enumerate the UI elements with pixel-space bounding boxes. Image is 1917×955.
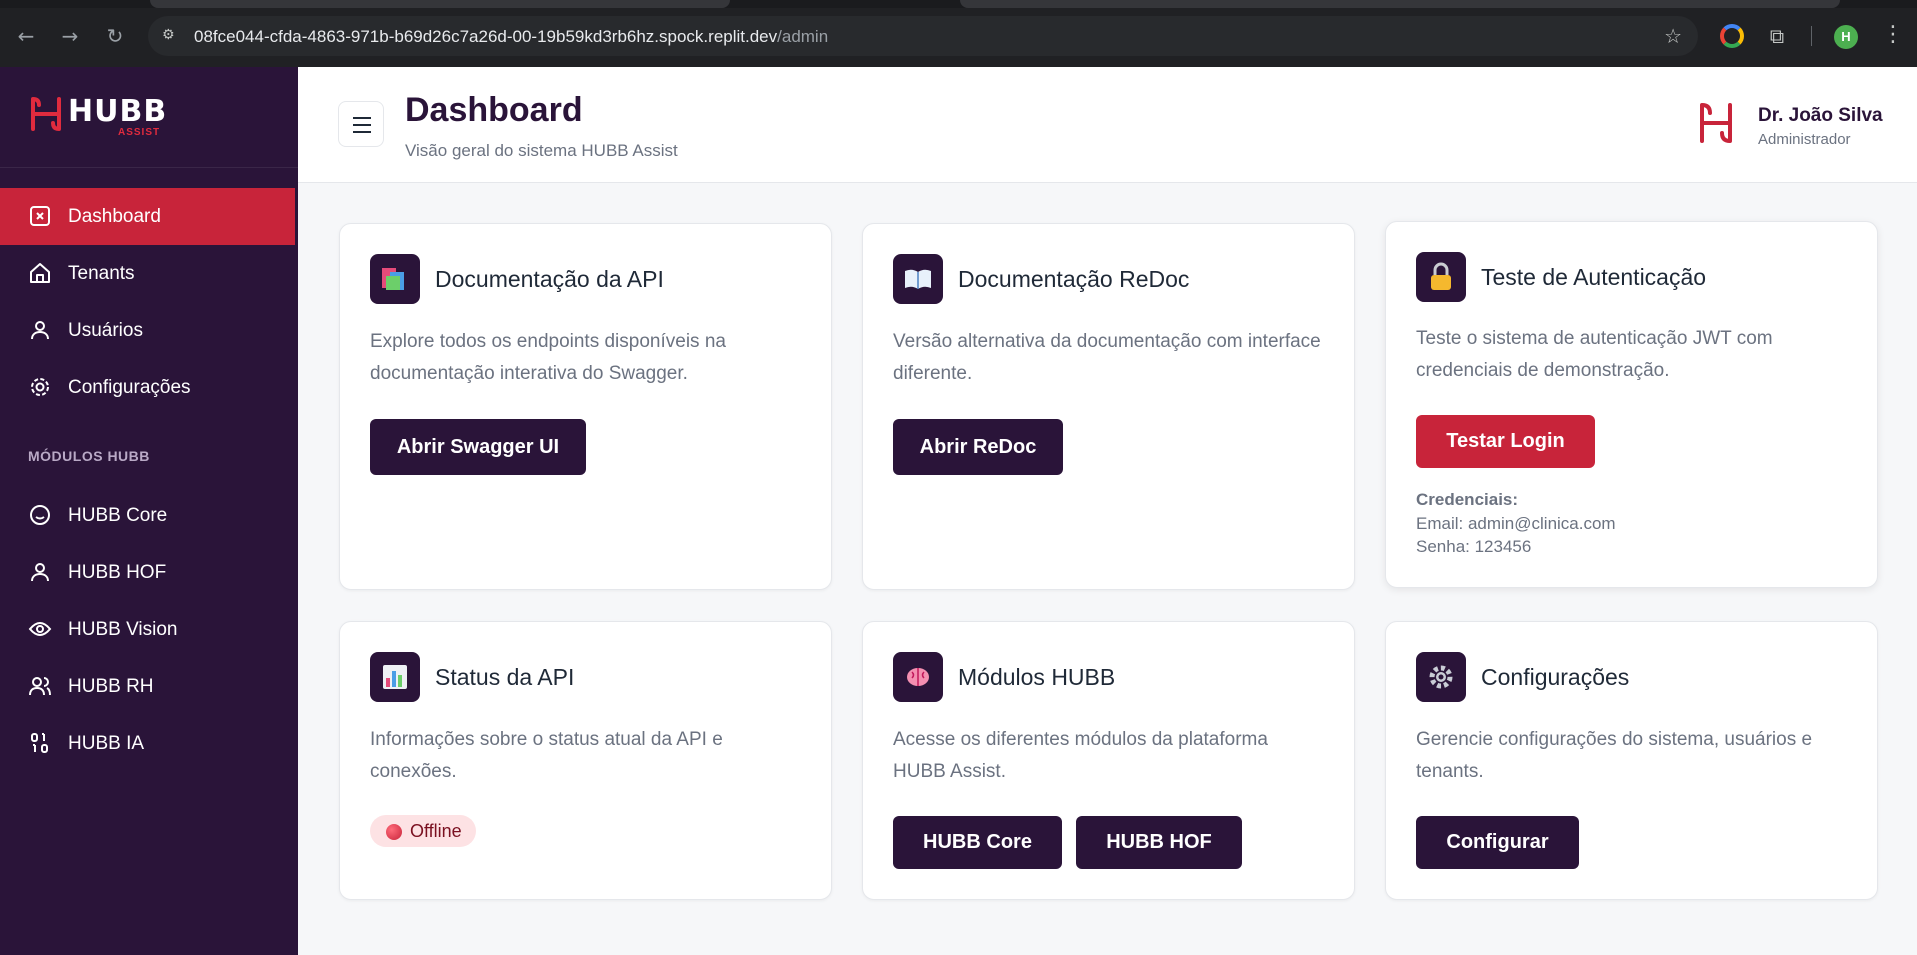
hubb-core-button[interactable]: HUBB Core xyxy=(893,816,1062,869)
address-bar[interactable]: ⚙ 08fce044-cfda-4863-971b-b69d26c7a26d-0… xyxy=(148,16,1698,56)
brand[interactable]: HUBB ASSIST xyxy=(0,67,298,168)
bar-chart-icon xyxy=(370,652,420,702)
sidebar-item-usuarios[interactable]: Usuários xyxy=(0,302,298,359)
gear-icon xyxy=(31,378,49,396)
sidebar-item-label: Tenants xyxy=(68,263,135,284)
sidebar-item-label: HUBB Core xyxy=(68,505,168,526)
sidebar-item-label: Dashboard xyxy=(68,206,161,227)
credentials-password: Senha: 123456 xyxy=(1416,537,1532,556)
extension-color-icon[interactable] xyxy=(1720,24,1744,48)
status-dot-icon xyxy=(386,824,402,840)
dashboard-icon xyxy=(30,206,50,226)
hubb-hof-button[interactable]: HUBB HOF xyxy=(1076,816,1242,869)
user-role: Administrador xyxy=(1758,131,1851,148)
card-description: Acesse os diferentes módulos da platafor… xyxy=(893,729,1268,782)
smile-icon xyxy=(30,505,50,525)
card-description: Versão alternativa da documentação com i… xyxy=(893,331,1321,384)
hamburger-line xyxy=(353,124,371,126)
card-description: Informações sobre o status atual da API … xyxy=(370,729,723,782)
card-title: Documentação da API xyxy=(435,266,664,292)
lock-icon xyxy=(1416,252,1466,302)
card-auth-test: Teste de Autenticação Teste o sistema de… xyxy=(1385,221,1878,588)
browser-tab[interactable] xyxy=(150,0,730,8)
card-title: Status da API xyxy=(435,664,575,690)
menu-toggle-button[interactable] xyxy=(338,101,384,147)
forward-icon[interactable]: → xyxy=(56,22,84,50)
bookmark-star-icon[interactable]: ☆ xyxy=(1664,24,1682,48)
browser-menu-icon[interactable]: ⋮ xyxy=(1882,22,1904,47)
card-description: Explore todos os endpoints disponíveis n… xyxy=(370,331,726,384)
sidebar-item-label: HUBB HOF xyxy=(68,562,167,583)
card-title: Documentação ReDoc xyxy=(958,266,1190,292)
browser-chrome: ← → ↻ ⚙ 08fce044-cfda-4863-971b-b69d26c7… xyxy=(0,0,1917,67)
card-title: Teste de Autenticação xyxy=(1481,264,1707,290)
back-icon[interactable]: ← xyxy=(12,22,40,50)
open-swagger-button[interactable]: Abrir Swagger UI xyxy=(370,419,586,475)
sidebar-item-dashboard[interactable]: Dashboard xyxy=(0,188,295,245)
url-text[interactable]: 08fce044-cfda-4863-971b-b69d26c7a26d-00-… xyxy=(194,27,828,47)
binary-icon xyxy=(31,733,48,753)
brand-tagline: ASSIST xyxy=(118,127,161,138)
sidebar-item-label: Configurações xyxy=(68,377,191,398)
home-icon xyxy=(30,263,50,283)
card-description: Gerencie configurações do sistema, usuár… xyxy=(1416,729,1813,782)
status-badge: Offline xyxy=(370,815,476,847)
hamburger-line xyxy=(353,131,371,133)
sidebar-item-hubb-ia[interactable]: HUBB IA xyxy=(0,715,298,772)
hamburger-line xyxy=(353,117,371,119)
user-icon xyxy=(31,321,49,340)
books-icon xyxy=(370,254,420,304)
card-api-docs: Documentação da API Explore todos os end… xyxy=(339,223,832,590)
sidebar-item-hubb-core[interactable]: HUBB Core xyxy=(0,487,298,544)
brand-wordmark: HUBB xyxy=(68,94,168,129)
toolbar-divider xyxy=(1811,26,1812,46)
profile-avatar[interactable]: H xyxy=(1834,25,1858,49)
brain-icon xyxy=(893,652,943,702)
user-name[interactable]: Dr. João Silva xyxy=(1758,105,1883,127)
sidebar-item-label: HUBB IA xyxy=(68,733,145,754)
test-login-button[interactable]: Testar Login xyxy=(1416,415,1595,468)
sidebar-item-label: Usuários xyxy=(68,320,143,341)
credentials-label: Credenciais: xyxy=(1416,490,1519,509)
modules-section-title: MÓDULOS HUBB xyxy=(28,448,150,464)
card-redoc: Documentação ReDoc Versão alternativa da… xyxy=(862,223,1355,590)
gear-icon xyxy=(1416,652,1466,702)
eye-icon xyxy=(28,622,52,636)
sidebar-item-configuracoes[interactable]: Configurações xyxy=(0,359,298,416)
open-redoc-button[interactable]: Abrir ReDoc xyxy=(893,419,1063,475)
sidebar-item-tenants[interactable]: Tenants xyxy=(0,245,298,302)
status-badge-label: Offline xyxy=(410,821,462,841)
card-description: Teste o sistema de autenticação JWT com … xyxy=(1416,328,1773,381)
page-subtitle: Visão geral do sistema HUBB Assist xyxy=(405,141,678,160)
card-settings: Configurações Gerencie configurações do … xyxy=(1385,621,1878,900)
hubb-logo-icon[interactable] xyxy=(1696,101,1736,145)
hubb-logo-icon xyxy=(31,97,61,131)
sidebar-item-hubb-hof[interactable]: HUBB HOF xyxy=(0,544,298,601)
card-modules: Módulos HUBB Acesse os diferentes módulo… xyxy=(862,621,1355,900)
card-api-status: Status da API Informações sobre o status… xyxy=(339,621,832,900)
users-icon xyxy=(29,677,51,696)
sidebar-item-hubb-rh[interactable]: HUBB RH xyxy=(0,658,298,715)
extensions-puzzle-icon[interactable]: ⧉ xyxy=(1765,24,1789,48)
sidebar-item-label: HUBB Vision xyxy=(68,619,178,640)
sidebar-item-label: HUBB RH xyxy=(68,676,154,697)
page-title: Dashboard xyxy=(405,91,583,129)
card-title: Módulos HUBB xyxy=(958,664,1116,690)
user-icon xyxy=(31,563,49,582)
sidebar-item-hubb-vision[interactable]: HUBB Vision xyxy=(0,601,298,658)
configure-button[interactable]: Configurar xyxy=(1416,816,1579,869)
credentials-email: Email: admin@clinica.com xyxy=(1416,514,1616,533)
reload-icon[interactable]: ↻ xyxy=(101,22,129,50)
open-book-icon xyxy=(893,254,943,304)
sidebar: HUBB ASSIST Dashboard Tenants Usuários C… xyxy=(0,67,298,955)
page-header: Dashboard Visão geral do sistema HUBB As… xyxy=(298,67,1917,183)
browser-tab[interactable] xyxy=(960,0,1840,8)
card-title: Configurações xyxy=(1481,664,1630,690)
site-settings-icon[interactable]: ⚙ xyxy=(162,27,182,45)
